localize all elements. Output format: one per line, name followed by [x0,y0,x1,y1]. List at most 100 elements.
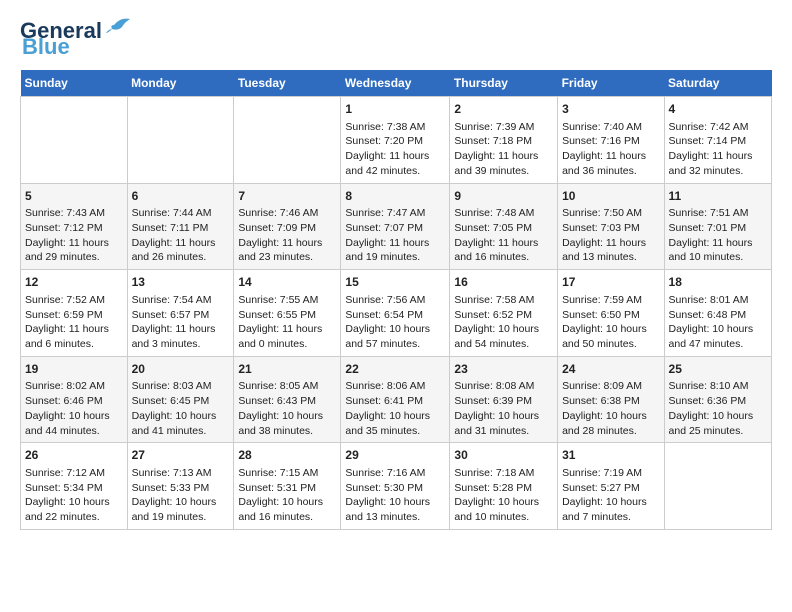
weekday-header-row: SundayMondayTuesdayWednesdayThursdayFrid… [21,70,772,97]
day-info: Sunrise: 7:55 AM Sunset: 6:55 PM Dayligh… [238,293,336,352]
day-number: 5 [25,188,123,205]
day-number: 3 [562,101,659,118]
day-info: Sunrise: 7:54 AM Sunset: 6:57 PM Dayligh… [132,293,230,352]
calendar-cell: 21Sunrise: 8:05 AM Sunset: 6:43 PM Dayli… [234,356,341,443]
day-number: 18 [669,274,767,291]
calendar-cell [21,97,128,184]
day-number: 4 [669,101,767,118]
day-info: Sunrise: 8:09 AM Sunset: 6:38 PM Dayligh… [562,379,659,438]
calendar-cell [234,97,341,184]
calendar-cell: 3Sunrise: 7:40 AM Sunset: 7:16 PM Daylig… [558,97,664,184]
day-info: Sunrise: 7:18 AM Sunset: 5:28 PM Dayligh… [454,466,553,525]
calendar-cell: 6Sunrise: 7:44 AM Sunset: 7:11 PM Daylig… [127,183,234,270]
day-info: Sunrise: 8:06 AM Sunset: 6:41 PM Dayligh… [345,379,445,438]
day-number: 31 [562,447,659,464]
calendar-cell: 5Sunrise: 7:43 AM Sunset: 7:12 PM Daylig… [21,183,128,270]
day-number: 25 [669,361,767,378]
day-info: Sunrise: 7:43 AM Sunset: 7:12 PM Dayligh… [25,206,123,265]
calendar-cell: 2 Sunrise: 7:39 AM Sunset: 7:18 PM Daylig… [450,97,558,184]
day-number: 12 [25,274,123,291]
day-number: 21 [238,361,336,378]
calendar-cell [664,443,771,530]
day-info: Sunrise: 8:10 AM Sunset: 6:36 PM Dayligh… [669,379,767,438]
day-info: Sunrise: 7:46 AM Sunset: 7:09 PM Dayligh… [238,206,336,265]
day-info: Sunrise: 7:44 AM Sunset: 7:11 PM Dayligh… [132,206,230,265]
day-number: 16 [454,274,553,291]
day-info: Sunrise: 7:13 AM Sunset: 5:33 PM Dayligh… [132,466,230,525]
day-number: 27 [132,447,230,464]
day-info: Sunrise: 7:58 AM Sunset: 6:52 PM Dayligh… [454,293,553,352]
weekday-header-wednesday: Wednesday [341,70,450,97]
page-header: General Blue [20,20,772,60]
calendar-cell: 11Sunrise: 7:51 AM Sunset: 7:01 PM Dayli… [664,183,771,270]
calendar-cell: 1Sunrise: 7:38 AM Sunset: 7:20 PM Daylig… [341,97,450,184]
day-info: Sunrise: 7:38 AM Sunset: 7:20 PM Dayligh… [345,120,445,179]
day-info: Sunrise: 7:47 AM Sunset: 7:07 PM Dayligh… [345,206,445,265]
calendar-table: SundayMondayTuesdayWednesdayThursdayFrid… [20,70,772,530]
day-info: Sunrise: 7:42 AM Sunset: 7:14 PM Dayligh… [669,120,767,179]
day-info: Sunrise: 7:59 AM Sunset: 6:50 PM Dayligh… [562,293,659,352]
calendar-cell: 30Sunrise: 7:18 AM Sunset: 5:28 PM Dayli… [450,443,558,530]
day-number: 14 [238,274,336,291]
calendar-cell: 27 Sunrise: 7:13 AM Sunset: 5:33 PM Dayli… [127,443,234,530]
day-number: 26 [25,447,123,464]
day-info: Sunrise: 7:15 AM Sunset: 5:31 PM Dayligh… [238,466,336,525]
day-info: Sunrise: 7:16 AM Sunset: 5:30 PM Dayligh… [345,466,445,525]
calendar-cell: 15Sunrise: 7:56 AM Sunset: 6:54 PM Dayli… [341,270,450,357]
day-info: Sunrise: 8:05 AM Sunset: 6:43 PM Dayligh… [238,379,336,438]
weekday-header-monday: Monday [127,70,234,97]
day-number: 6 [132,188,230,205]
day-number: 15 [345,274,445,291]
day-number: 9 [454,188,553,205]
calendar-cell: 28 Sunrise: 7:15 AM Sunset: 5:31 PM Dayli… [234,443,341,530]
day-number: 2 [454,101,553,118]
calendar-cell: 31 Sunrise: 7:19 AM Sunset: 5:27 PM Dayli… [558,443,664,530]
day-number: 7 [238,188,336,205]
logo-blue: Blue [22,34,70,60]
calendar-cell: 4 Sunrise: 7:42 AM Sunset: 7:14 PM Daylig… [664,97,771,184]
calendar-cell: 17 Sunrise: 7:59 AM Sunset: 6:50 PM Dayli… [558,270,664,357]
calendar-week-0: 1Sunrise: 7:38 AM Sunset: 7:20 PM Daylig… [21,97,772,184]
day-number: 10 [562,188,659,205]
calendar-cell: 29 Sunrise: 7:16 AM Sunset: 5:30 PM Dayli… [341,443,450,530]
day-number: 13 [132,274,230,291]
day-number: 22 [345,361,445,378]
day-number: 20 [132,361,230,378]
calendar-cell: 7Sunrise: 7:46 AM Sunset: 7:09 PM Daylig… [234,183,341,270]
day-number: 17 [562,274,659,291]
logo-bird-icon [104,15,132,40]
weekday-header-friday: Friday [558,70,664,97]
day-info: Sunrise: 7:12 AM Sunset: 5:34 PM Dayligh… [25,466,123,525]
day-info: Sunrise: 7:48 AM Sunset: 7:05 PM Dayligh… [454,206,553,265]
day-number: 29 [345,447,445,464]
calendar-cell: 26 Sunrise: 7:12 AM Sunset: 5:34 PM Dayli… [21,443,128,530]
day-info: Sunrise: 7:51 AM Sunset: 7:01 PM Dayligh… [669,206,767,265]
calendar-week-3: 19Sunrise: 8:02 AM Sunset: 6:46 PM Dayli… [21,356,772,443]
day-number: 19 [25,361,123,378]
day-info: Sunrise: 8:02 AM Sunset: 6:46 PM Dayligh… [25,379,123,438]
calendar-cell: 20Sunrise: 8:03 AM Sunset: 6:45 PM Dayli… [127,356,234,443]
calendar-cell: 25Sunrise: 8:10 AM Sunset: 6:36 PM Dayli… [664,356,771,443]
calendar-week-4: 26 Sunrise: 7:12 AM Sunset: 5:34 PM Dayli… [21,443,772,530]
weekday-header-sunday: Sunday [21,70,128,97]
day-info: Sunrise: 7:52 AM Sunset: 6:59 PM Dayligh… [25,293,123,352]
calendar-cell: 9Sunrise: 7:48 AM Sunset: 7:05 PM Daylig… [450,183,558,270]
calendar-cell [127,97,234,184]
logo: General Blue [20,20,132,60]
day-info: Sunrise: 8:03 AM Sunset: 6:45 PM Dayligh… [132,379,230,438]
day-number: 23 [454,361,553,378]
calendar-cell: 24Sunrise: 8:09 AM Sunset: 6:38 PM Dayli… [558,356,664,443]
calendar-cell: 14 Sunrise: 7:55 AM Sunset: 6:55 PM Dayli… [234,270,341,357]
calendar-week-1: 5Sunrise: 7:43 AM Sunset: 7:12 PM Daylig… [21,183,772,270]
day-info: Sunrise: 7:39 AM Sunset: 7:18 PM Dayligh… [454,120,553,179]
calendar-cell: 16 Sunrise: 7:58 AM Sunset: 6:52 PM Dayli… [450,270,558,357]
weekday-header-tuesday: Tuesday [234,70,341,97]
calendar-cell: 10Sunrise: 7:50 AM Sunset: 7:03 PM Dayli… [558,183,664,270]
day-number: 28 [238,447,336,464]
day-number: 11 [669,188,767,205]
calendar-week-2: 12 Sunrise: 7:52 AM Sunset: 6:59 PM Dayli… [21,270,772,357]
day-info: Sunrise: 7:19 AM Sunset: 5:27 PM Dayligh… [562,466,659,525]
day-info: Sunrise: 7:50 AM Sunset: 7:03 PM Dayligh… [562,206,659,265]
day-info: Sunrise: 8:08 AM Sunset: 6:39 PM Dayligh… [454,379,553,438]
weekday-header-saturday: Saturday [664,70,771,97]
